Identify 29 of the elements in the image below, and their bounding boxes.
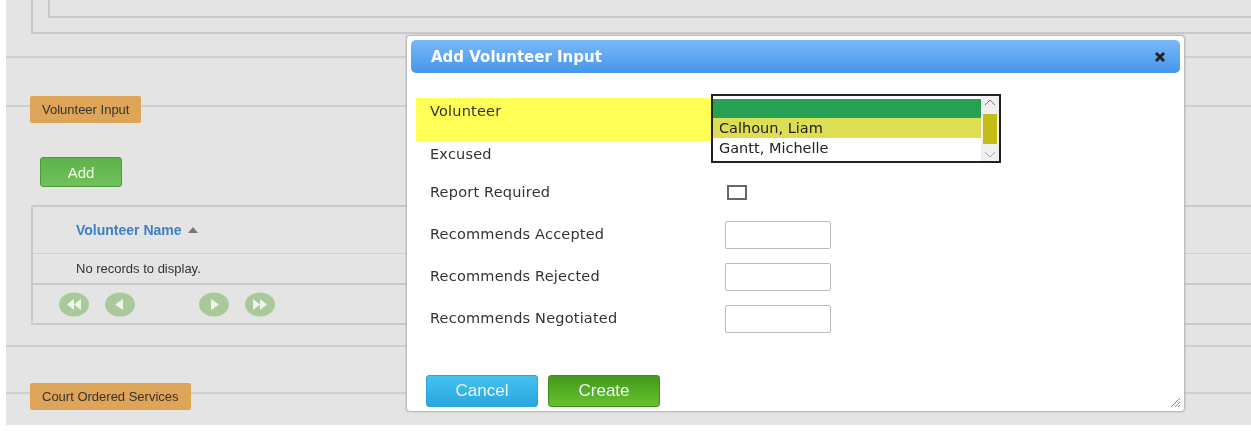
listbox-option[interactable]: Calhoun, Liam bbox=[713, 118, 981, 138]
section-title: Court Ordered Services bbox=[30, 383, 191, 410]
previous-page-icon[interactable] bbox=[104, 291, 136, 317]
dialog-title: Add Volunteer Input bbox=[431, 47, 602, 66]
input-field[interactable] bbox=[725, 305, 831, 333]
scroll-down-icon[interactable] bbox=[984, 151, 996, 158]
first-page-icon[interactable] bbox=[58, 291, 90, 317]
close-icon[interactable] bbox=[1154, 50, 1166, 63]
create-button[interactable]: Create bbox=[548, 375, 660, 407]
field-label: Excused bbox=[429, 145, 493, 164]
field-label: Volunteer bbox=[429, 102, 503, 121]
checkbox[interactable] bbox=[727, 185, 747, 200]
field-label: Recommends Rejected bbox=[429, 267, 601, 286]
next-page-icon[interactable] bbox=[198, 291, 230, 317]
volunteer-listbox[interactable]: Calhoun, Liam Gantt, Michelle bbox=[711, 94, 1001, 163]
empty-message: No records to display. bbox=[76, 261, 201, 276]
last-page-icon[interactable] bbox=[244, 291, 276, 317]
input-field[interactable] bbox=[725, 263, 831, 291]
add-button[interactable]: Add bbox=[40, 157, 122, 187]
resize-grip-icon[interactable] bbox=[1169, 396, 1181, 408]
scroll-up-icon[interactable] bbox=[984, 99, 996, 106]
scrollbar-thumb[interactable] bbox=[983, 113, 997, 144]
column-header[interactable]: Volunteer Name bbox=[76, 222, 198, 238]
field-label: Recommends Negotiated bbox=[429, 309, 619, 328]
field-label: Recommends Accepted bbox=[429, 225, 606, 244]
field-label: Report Required bbox=[429, 183, 552, 202]
input-field[interactable] bbox=[725, 221, 831, 249]
cancel-button[interactable]: Cancel bbox=[426, 375, 538, 407]
section-title: Volunteer Input bbox=[30, 96, 142, 123]
